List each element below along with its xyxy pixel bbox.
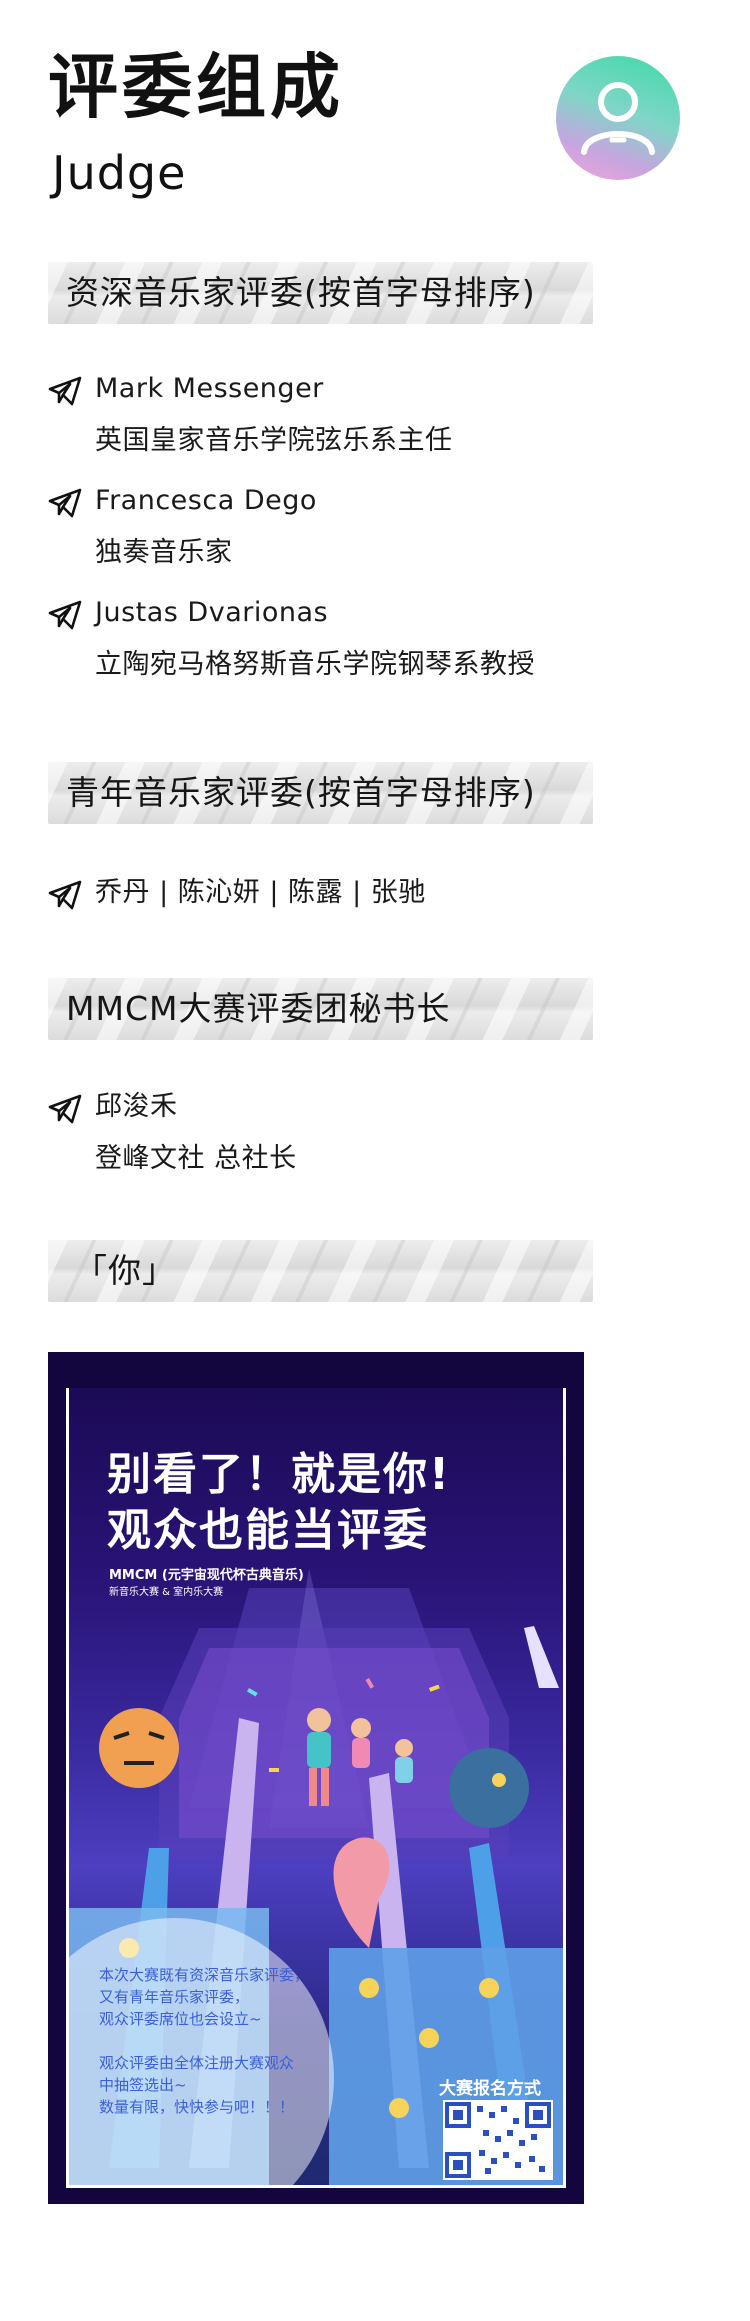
- paper-plane-icon: [48, 376, 82, 406]
- section-heading-senior-text: 资深音乐家评委(按首字母排序): [66, 273, 536, 312]
- secretary-name: 邱浚禾: [95, 1091, 178, 1122]
- poster-image[interactable]: 别看了！就是你! 观众也能当评委 MMCM (元宇宙现代杯古典音乐) 新音乐大赛…: [48, 1352, 584, 2204]
- page-subtitle: Judge: [52, 146, 187, 200]
- judge-title: 立陶宛马格努斯音乐学院钢琴系教授: [95, 649, 535, 680]
- young-judges-names: 乔丹 | 陈沁妍 | 陈露 | 张驰: [95, 877, 426, 908]
- section-heading-you: 「你」: [48, 1240, 593, 1302]
- poster-title-line2: 观众也能当评委: [107, 1505, 429, 1556]
- section-heading-secretary-text: MMCM大赛评委团秘书长: [66, 989, 451, 1028]
- judge-name: Mark Messenger: [95, 373, 324, 404]
- poster-text-line: 观众评委席位也会设立~: [99, 2010, 262, 2028]
- judge-name: Francesca Dego: [95, 485, 317, 516]
- poster-text-line: 数量有限，快快参与吧！！！: [99, 2098, 295, 2116]
- page-title: 评委组成: [48, 46, 344, 128]
- poster-text-line: 本次大赛既有资深音乐家评委，: [99, 1966, 310, 1984]
- poster-text-line: 观众评委由全体注册大赛观众: [99, 2054, 295, 2072]
- judge-name: Justas Dvarionas: [95, 597, 329, 628]
- section-heading-young-text: 青年音乐家评委(按首字母排序): [66, 773, 536, 812]
- paper-plane-icon: [48, 488, 82, 518]
- poster-frame: 别看了！就是你! 观众也能当评委 MMCM (元宇宙现代杯古典音乐) 新音乐大赛…: [66, 1388, 566, 2188]
- section-heading-senior: 资深音乐家评委(按首字母排序): [48, 262, 593, 324]
- section-heading-secretary: MMCM大赛评委团秘书长: [48, 978, 593, 1040]
- paper-plane-icon: [48, 1094, 82, 1124]
- paper-plane-icon: [48, 880, 82, 910]
- secretary-title: 登峰文社 总社长: [95, 1143, 297, 1174]
- avatar[interactable]: [556, 56, 680, 180]
- poster-subtitle2: 新音乐大赛 & 室内乐大赛: [109, 1587, 224, 1598]
- poster-text-line: 又有青年音乐家评委，: [99, 1988, 250, 2006]
- user-icon: [581, 82, 655, 155]
- section-heading-young: 青年音乐家评委(按首字母排序): [48, 762, 593, 824]
- poster-text-line: 中抽签选出~: [99, 2076, 187, 2094]
- poster-qr-label: 大赛报名方式: [439, 2079, 541, 2099]
- section-heading-you-text: 「你」: [74, 1251, 176, 1290]
- qr-code-icon[interactable]: [443, 2100, 553, 2180]
- poster-subtitle1: MMCM (元宇宙现代杯古典音乐): [109, 1568, 304, 1583]
- poster-title-line1: 别看了！就是你!: [107, 1449, 452, 1500]
- judge-title: 英国皇家音乐学院弦乐系主任: [95, 425, 453, 456]
- paper-plane-icon: [48, 600, 82, 630]
- judge-title: 独奏音乐家: [95, 537, 233, 568]
